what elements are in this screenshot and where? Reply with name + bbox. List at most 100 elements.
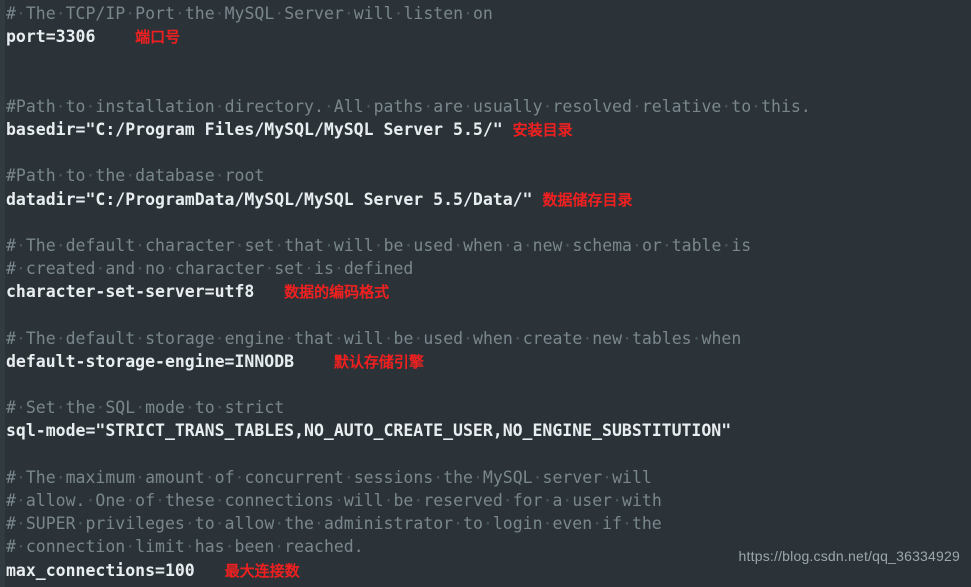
blog-url-watermark: https://blog.csdn.net/qq_36334929 — [738, 548, 960, 564]
whitespace-marker: · — [125, 166, 136, 186]
whitespace-marker: · — [463, 328, 474, 348]
whitespace-marker: · — [174, 4, 185, 23]
whitespace-marker: · — [214, 166, 225, 186]
whitespace-marker: · — [333, 490, 344, 510]
code-line[interactable] — [6, 211, 971, 234]
code-line[interactable]: datadir="C:/ProgramData/MySQL/MySQL Serv… — [6, 188, 971, 211]
code-line[interactable]: #·created·and·no·character·set·is·define… — [6, 257, 971, 280]
whitespace-marker: · — [15, 514, 26, 534]
annotation-spacer — [254, 282, 284, 301]
whitespace-marker: · — [15, 4, 26, 23]
whitespace-marker: · — [582, 328, 593, 348]
code-line[interactable]: #Path·to·the·database·root — [6, 164, 971, 187]
code-comment-text: #·created·and·no·character·set·is·define… — [6, 259, 414, 279]
whitespace-marker: · — [184, 514, 195, 534]
code-line[interactable] — [6, 373, 971, 396]
whitespace-marker: · — [453, 514, 464, 534]
whitespace-marker: · — [542, 514, 553, 534]
code-statement-text: datadir="C:/ProgramData/MySQL/MySQL Serv… — [6, 189, 533, 209]
whitespace-marker: · — [214, 490, 225, 510]
whitespace-marker: · — [55, 166, 66, 186]
whitespace-marker: · — [135, 235, 146, 255]
whitespace-marker: · — [472, 467, 483, 487]
whitespace-marker: · — [383, 328, 394, 348]
code-line[interactable]: #·allow.·One·of·these·connections·will·b… — [6, 489, 971, 512]
whitespace-marker: · — [214, 398, 225, 418]
code-line[interactable] — [6, 303, 971, 326]
red-annotation-label: 数据的编码格式 — [284, 283, 390, 302]
code-comment-text: #·SUPER·privileges·to·allow·the·administ… — [6, 514, 662, 534]
code-line[interactable]: port=3306 端口号 — [6, 25, 971, 48]
code-line[interactable]: #·The·TCP/IP·Port·the·MySQL·Server·will·… — [6, 2, 971, 25]
annotation-spacer — [95, 27, 135, 46]
code-statement-text: basedir="C:/Program Files/MySQL/MySQL Se… — [6, 119, 503, 139]
whitespace-marker: · — [721, 235, 732, 255]
code-line[interactable]: character-set-server=utf8 数据的编码格式 — [6, 280, 971, 303]
whitespace-marker: · — [214, 328, 225, 348]
whitespace-marker: · — [135, 259, 146, 279]
whitespace-marker: · — [482, 514, 493, 534]
code-line[interactable] — [6, 72, 971, 95]
code-comment-text: #·The·maximum·amount·of·concurrent·sessi… — [6, 467, 652, 487]
whitespace-marker: · — [274, 537, 285, 557]
red-annotation-label: 端口号 — [135, 28, 181, 47]
red-annotation-label: 安装目录 — [512, 120, 573, 139]
whitespace-marker: · — [85, 96, 96, 116]
whitespace-marker: · — [214, 96, 225, 116]
whitespace-marker: · — [532, 467, 543, 487]
annotation-spacer — [533, 190, 543, 209]
whitespace-marker: · — [433, 467, 444, 487]
whitespace-marker: · — [343, 467, 354, 487]
whitespace-marker: · — [622, 328, 632, 348]
whitespace-marker: · — [155, 490, 165, 510]
whitespace-marker: · — [95, 398, 106, 418]
code-statement-text: max_connections=100 — [6, 560, 195, 580]
code-line[interactable]: default-storage-engine=INNODB 默认存储引擎 — [6, 350, 971, 373]
code-line[interactable]: #Path·to·installation·directory.·All·pat… — [6, 95, 971, 118]
whitespace-marker: · — [75, 514, 86, 534]
code-line[interactable]: #·SUPER·privileges·to·allow·the·administ… — [6, 512, 971, 535]
whitespace-marker: · — [721, 96, 732, 116]
code-line[interactable] — [6, 141, 971, 164]
whitespace-marker: · — [562, 235, 573, 255]
whitespace-marker: · — [691, 328, 702, 348]
whitespace-marker: · — [403, 235, 414, 255]
red-annotation-label: 最大连接数 — [224, 561, 300, 580]
code-line[interactable]: #·Set·the·SQL·mode·to·strict — [6, 396, 971, 419]
code-content-area[interactable]: #·The·TCP/IP·Port·the·MySQL·Server·will·… — [0, 0, 971, 582]
whitespace-marker: · — [393, 4, 404, 23]
whitespace-marker: · — [622, 514, 632, 534]
whitespace-marker: · — [333, 328, 344, 348]
code-line[interactable] — [6, 443, 971, 466]
code-line[interactable]: #·The·default·character·set·that·will·be… — [6, 234, 971, 257]
whitespace-marker: · — [135, 328, 146, 348]
whitespace-marker: · — [343, 4, 354, 23]
whitespace-marker: · — [55, 96, 66, 116]
whitespace-marker: · — [274, 235, 285, 255]
code-comment-text: #·Set·the·SQL·mode·to·strict — [6, 398, 285, 418]
code-line[interactable]: #·The·maximum·amount·of·concurrent·sessi… — [6, 466, 971, 489]
whitespace-marker: · — [15, 537, 26, 557]
whitespace-marker: · — [632, 235, 642, 255]
whitespace-marker: · — [314, 514, 324, 534]
whitespace-marker: · — [135, 467, 146, 487]
red-annotation-label: 默认存储引擎 — [333, 352, 424, 371]
whitespace-marker: · — [55, 235, 66, 255]
whitespace-marker: · — [323, 235, 334, 255]
whitespace-marker: · — [463, 96, 473, 116]
whitespace-marker: · — [333, 259, 344, 279]
whitespace-marker: · — [423, 96, 434, 116]
annotation-spacer — [294, 352, 334, 371]
code-comment-text: #·The·default·storage·engine·that·will·b… — [6, 328, 742, 348]
code-editor-view[interactable]: #·The·TCP/IP·Port·the·MySQL·Server·will·… — [0, 0, 971, 587]
whitespace-marker: · — [522, 235, 533, 255]
whitespace-marker: · — [542, 96, 553, 116]
code-comment-text: #·connection·limit·has·been·reached. — [6, 537, 364, 557]
whitespace-marker: · — [234, 467, 245, 487]
code-comment-text: #·allow.·One·of·these·connections·will·b… — [6, 490, 662, 510]
code-comment-text: #Path·to·the·database·root — [6, 166, 265, 186]
code-line[interactable]: #·The·default·storage·engine·that·will·b… — [6, 327, 971, 350]
code-line[interactable]: sql-mode="STRICT_TRANS_TABLES,NO_AUTO_CR… — [6, 419, 971, 442]
code-line[interactable]: basedir="C:/Program Files/MySQL/MySQL Se… — [6, 118, 971, 141]
code-line[interactable] — [6, 48, 971, 71]
